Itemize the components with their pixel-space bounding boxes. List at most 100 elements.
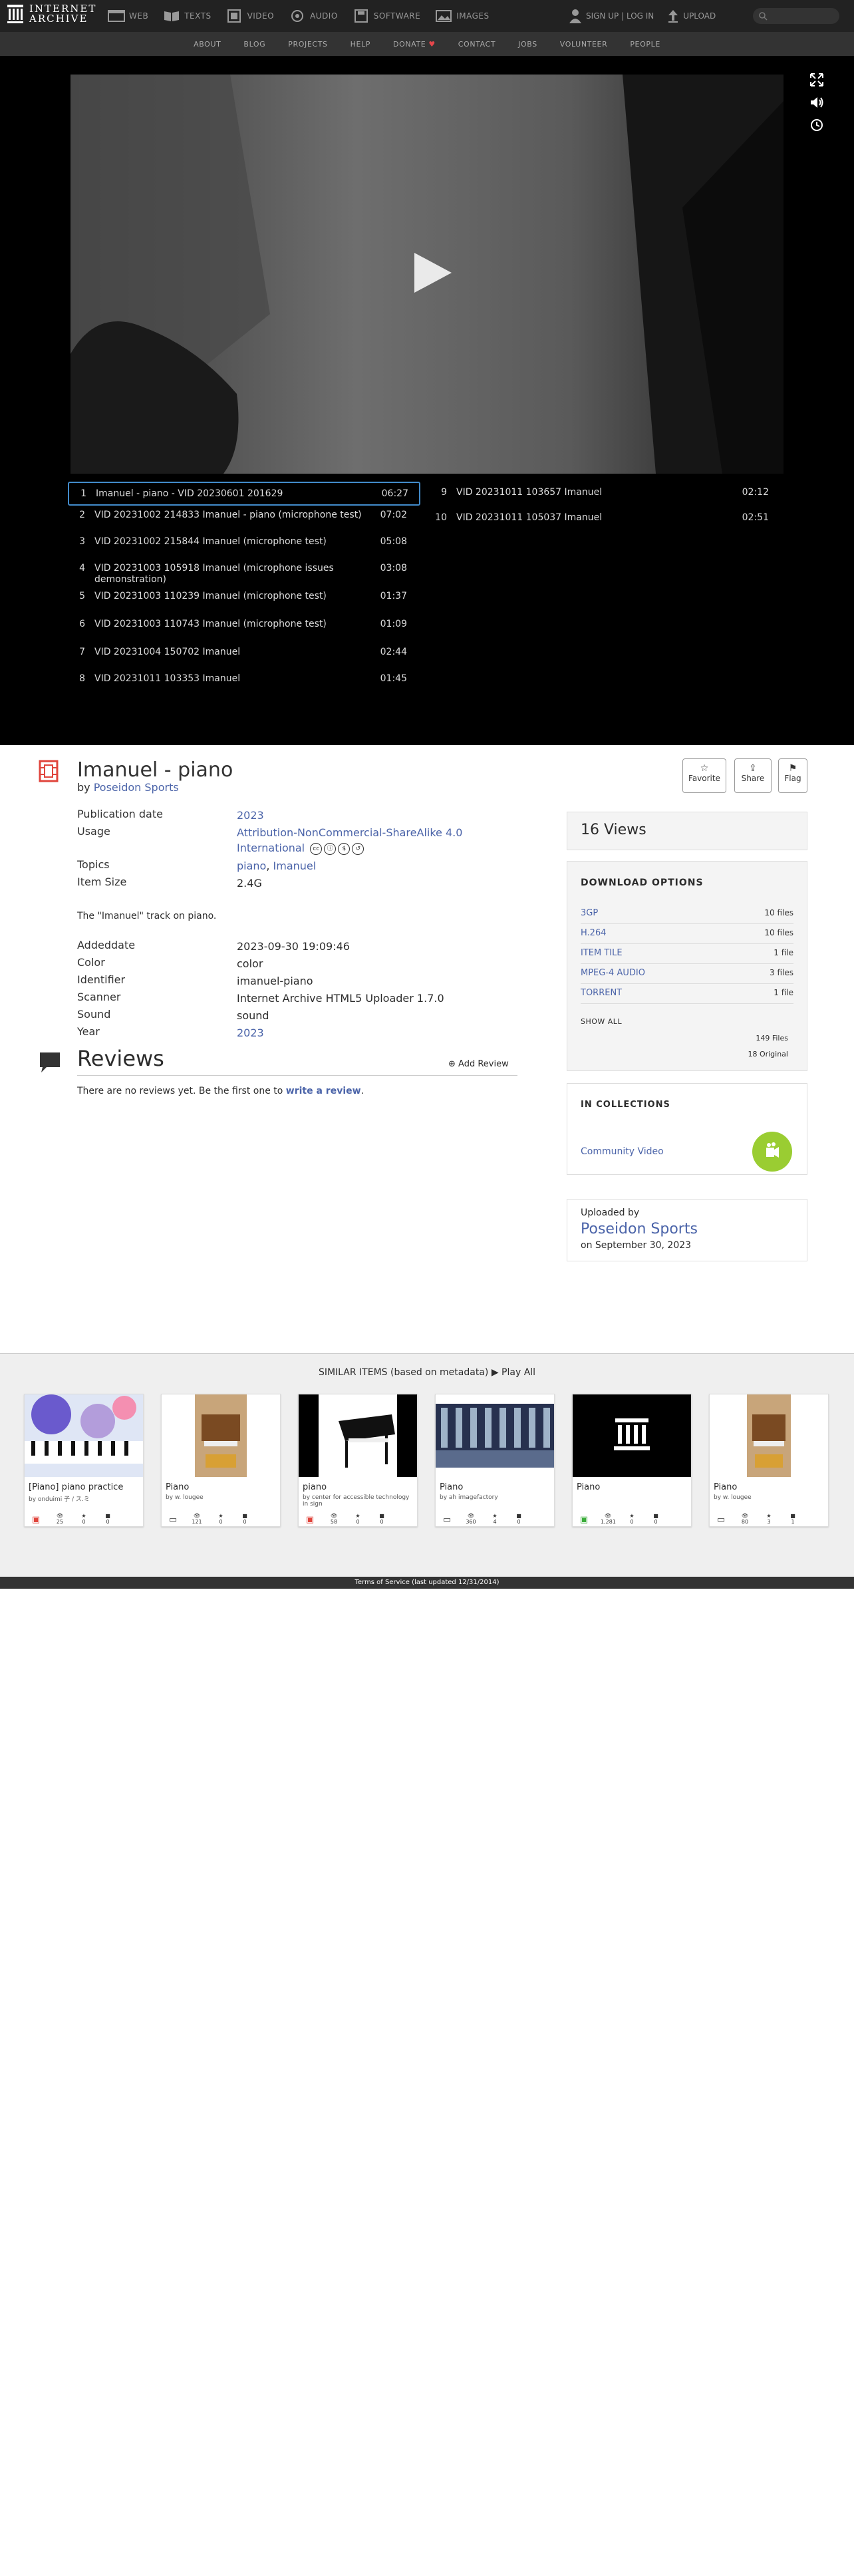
star-icon: ☆ [700,763,709,774]
add-review-button[interactable]: ⊕ Add Review [448,1059,509,1069]
item-description: The "Imanuel" track on piano. [77,911,217,921]
card-thumbnail [710,1394,828,1477]
card-stats: ▭ 👁 80 ★ 3 ■ 1 [714,1513,800,1525]
share-button[interactable]: ⇪ Share [734,758,772,793]
uploaded-by-label: Uploaded by [581,1208,640,1218]
playlist-item[interactable]: 7 VID 20231004 150702 Imanuel 02:44 [68,643,420,669]
card-title: piano [303,1482,327,1492]
upload-link[interactable]: UPLOAD [667,9,716,23]
favorites-stat: ★ 4 [492,1513,498,1525]
search-input[interactable] [753,8,839,24]
heart-icon: ♥ [428,39,436,49]
metadata-row: Addeddate 2023-09-30 19:09:46 [77,939,350,953]
card-creator: by onduimi 子 / ス.ミ [29,1496,90,1503]
reviews-stat: ■ 0 [379,1513,384,1525]
collection-badge[interactable] [752,1132,792,1172]
community-video-icon [766,1142,779,1158]
nav-texts[interactable]: TEXTS [163,9,211,23]
upload-icon [668,10,678,23]
subnav-people[interactable]: PEOPLE [630,40,660,49]
fullscreen-icon[interactable] [810,73,823,86]
subnav-volunteer[interactable]: VOLUNTEER [560,40,608,49]
similar-item-card[interactable]: [Piano] piano practice by onduimi 子 / ス.… [24,1394,144,1527]
card-creator: by w. lougee [166,1494,204,1501]
signup-login-link[interactable]: SIGN UP | LOG IN [569,9,654,23]
share-icon: ⇪ [749,763,757,774]
playlist-item[interactable]: 8 VID 20231011 103353 Imanuel 01:45 [68,669,420,696]
uploader-link[interactable]: Poseidon Sports [581,1221,793,1237]
clock-icon[interactable] [810,118,823,132]
playlist-item[interactable]: 5 VID 20231003 110239 Imanuel (microphone… [68,587,420,615]
card-stats: ▭ 👁 121 ★ 0 ■ 0 [166,1513,252,1525]
media-nav: WEB TEXTS VIDEO AUDIO SOFTWARE IMAGES [108,0,490,32]
playlist-item[interactable]: 1 Imanuel - piano - VID 20230601 201629 06… [68,482,420,506]
film-icon: ▣ [31,1515,41,1525]
playlist-item[interactable]: 10 VID 20231011 105037 Imanuel 02:51 [430,508,782,535]
download-option[interactable]: 3GP 10 files [581,904,793,924]
card-stats: ▣ 👁 58 ★ 0 ■ 0 [303,1513,389,1525]
nav-images[interactable]: IMAGES [435,9,489,23]
subnav-donate[interactable]: DONATE ♥ [393,40,436,49]
card-creator: by ah imagefactory [440,1494,498,1501]
similar-item-card[interactable]: Piano by w. lougee ▭ 👁 80 ★ 3 ■ 1 [709,1394,829,1527]
show-all-link[interactable]: SHOW ALL [581,1017,793,1026]
subnav-projects[interactable]: PROJECTS [288,40,327,49]
similar-item-card[interactable]: Piano by w. lougee ▭ 👁 121 ★ 0 ■ 0 [161,1394,281,1527]
playlist-item[interactable]: 9 VID 20231011 103657 Imanuel 02:12 [430,482,782,508]
card-thumbnail [162,1394,280,1477]
similar-item-card[interactable]: Piano ▣ 👁 1,281 ★ 0 ■ 0 [572,1394,692,1527]
card-title: Piano [166,1482,190,1492]
year-link[interactable]: 2023 [237,1025,516,1041]
write-review-link[interactable]: write a review [286,1086,361,1096]
video-player[interactable] [71,75,783,474]
subnav-help[interactable]: HELP [351,40,370,49]
play-icon: ▶ [491,1367,499,1378]
topic-link[interactable]: Imanuel [273,860,317,872]
play-icon[interactable] [413,251,453,294]
nav-video[interactable]: VIDEO [226,9,275,23]
play-all-button[interactable]: ▶ Play All [492,1367,535,1378]
card-title: Piano [440,1482,464,1492]
speaker-icon [291,10,304,22]
subnav-contact[interactable]: CONTACT [458,40,496,49]
reviews-stat: ■ 0 [516,1513,521,1525]
volume-icon[interactable] [810,96,825,109]
download-option[interactable]: ITEM TILE 1 file [581,944,793,964]
divider [77,1075,517,1076]
image-icon: ▭ [168,1515,178,1525]
flag-button[interactable]: ⚑ Flag [778,758,807,793]
favorites-stat: ★ 0 [218,1513,223,1525]
subnav-blog[interactable]: BLOG [243,40,265,49]
creator-link[interactable]: Poseidon Sports [94,781,179,794]
favorite-button[interactable]: ☆ Favorite [682,758,726,793]
collection-link[interactable]: Community Video [581,1146,664,1157]
collections-box: IN COLLECTIONS Community Video [567,1083,807,1175]
item-metadata: Publication date 2023 Usage Attribution-N… [77,808,529,1043]
topic-link[interactable]: piano [237,860,266,872]
similar-item-card[interactable]: Piano by ah imagefactory ▭ 👁 360 ★ 4 ■ 0 [435,1394,555,1527]
nav-audio[interactable]: AUDIO [289,9,338,23]
playlist-item[interactable]: 4 VID 20231003 105918 Imanuel (microphone… [68,559,420,587]
speech-bubble-icon [40,1052,60,1072]
nav-software[interactable]: SOFTWARE [353,9,420,23]
player-side-controls [810,73,825,132]
subnav-about[interactable]: ABOUT [194,40,221,49]
download-option[interactable]: MPEG-4 AUDIO 3 files [581,964,793,984]
playlist-item[interactable]: 6 VID 20231003 110743 Imanuel (microphone… [68,615,420,643]
image-icon [436,10,452,22]
download-option[interactable]: TORRENT 1 file [581,984,793,1004]
user-nav: SIGN UP | LOG IN UPLOAD [569,0,716,32]
playlist-item[interactable]: 3 VID 20231002 215844 Imanuel (microphone… [68,532,420,559]
pubdate-link[interactable]: 2023 [237,808,516,823]
similar-item-card[interactable]: piano by center for accessible technolog… [298,1394,418,1527]
card-thumbnail [436,1394,554,1477]
subnav-jobs[interactable]: JOBS [518,40,537,49]
film-icon: ▣ [305,1515,315,1525]
playlist-item[interactable]: 2 VID 20231002 214833 Imanuel - piano (mi… [68,506,420,532]
nav-web[interactable]: WEB [108,9,148,23]
download-option[interactable]: H.264 10 files [581,924,793,944]
book-icon [164,11,180,21]
footer-terms-link[interactable]: Terms of Service (last updated 12/31/201… [0,1577,854,1589]
views-stat: 👁 360 [466,1513,476,1525]
ia-logo[interactable]: INTERNET ARCHIVE [7,4,96,24]
